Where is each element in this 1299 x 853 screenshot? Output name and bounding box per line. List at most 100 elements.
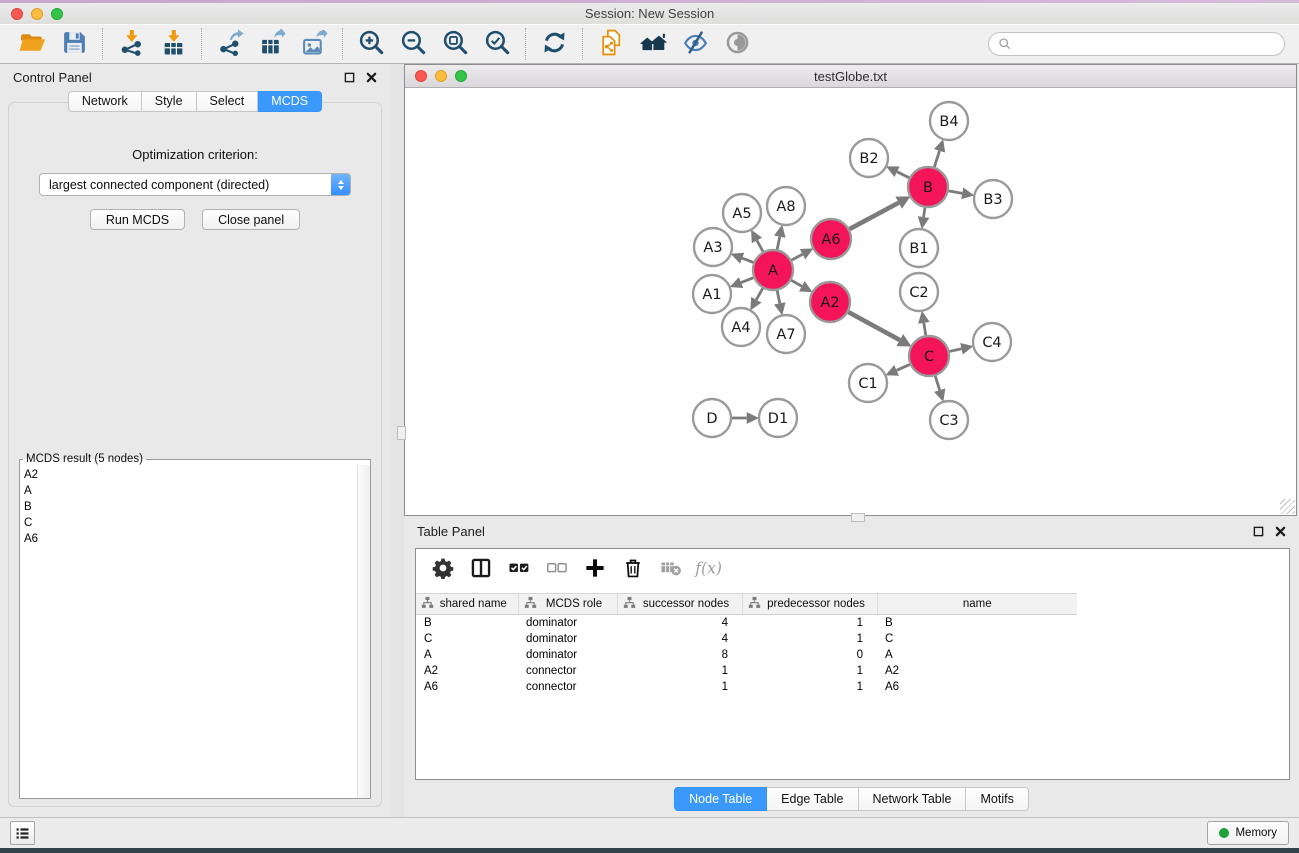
network-canvas[interactable]: B4B2BB3A8A5A6A3B1AC2A1A2A4A7C4CC1DD1C3 (405, 88, 1296, 515)
tab-node-table[interactable]: Node Table (674, 787, 767, 811)
maximize-window-button[interactable] (51, 8, 63, 20)
delete-column-button[interactable] (615, 553, 650, 585)
node-A2[interactable]: A2 (810, 282, 850, 322)
network-graph[interactable]: B4B2BB3A8A5A6A3B1AC2A1A2A4A7C4CC1DD1C3 (405, 88, 1296, 515)
function-builder-button[interactable]: f(x) (691, 553, 726, 585)
node-A4[interactable]: A4 (722, 308, 760, 346)
tab-network[interactable]: Network (68, 91, 142, 112)
horizontal-splitter-handle[interactable] (851, 513, 865, 522)
result-list-item[interactable]: B (20, 499, 357, 515)
panel-splitter[interactable] (390, 64, 404, 817)
node-C[interactable]: C (909, 336, 949, 376)
zoom-fit-button[interactable] (434, 28, 476, 60)
memory-button[interactable]: Memory (1207, 821, 1289, 845)
node-C2[interactable]: C2 (900, 273, 938, 311)
table-cell[interactable]: dominator (518, 615, 617, 631)
node-A7[interactable]: A7 (767, 315, 805, 353)
table-row[interactable]: Cdominator41C (416, 631, 1289, 647)
refresh-layout-button[interactable] (533, 28, 575, 60)
search-box[interactable] (988, 32, 1285, 56)
float-table-panel-icon[interactable] (1253, 526, 1264, 537)
close-window-button[interactable] (11, 8, 23, 20)
table-row[interactable]: Adominator80A (416, 647, 1289, 663)
window-resize-grip[interactable] (1280, 499, 1295, 514)
table-row[interactable]: Bdominator41B (416, 615, 1289, 631)
node-A8[interactable]: A8 (767, 187, 805, 225)
column-header-MCDS-role[interactable]: MCDS role (518, 594, 617, 615)
tab-select[interactable]: Select (197, 91, 259, 112)
node-C1[interactable]: C1 (849, 364, 887, 402)
delete-table-button[interactable] (653, 553, 688, 585)
table-cell[interactable]: B (877, 615, 1077, 631)
result-list-item[interactable]: A6 (20, 531, 357, 547)
node-B[interactable]: B (908, 167, 948, 207)
close-panel-button[interactable]: Close panel (202, 209, 300, 230)
import-network-button[interactable] (110, 28, 152, 60)
table-cell[interactable]: A2 (877, 663, 1077, 679)
result-list-scrollbar[interactable] (357, 465, 370, 798)
mcds-result-list[interactable]: A2ABCA6 (20, 465, 357, 798)
close-panel-icon[interactable] (366, 72, 377, 83)
close-table-panel-icon[interactable] (1275, 526, 1286, 537)
task-history-button[interactable] (10, 821, 35, 845)
zoom-in-button[interactable] (350, 28, 392, 60)
network-minimize-button[interactable] (435, 70, 447, 82)
zoom-out-button[interactable] (392, 28, 434, 60)
tab-style[interactable]: Style (142, 91, 197, 112)
table-cell[interactable]: 0 (742, 647, 877, 663)
tab-edge-table[interactable]: Edge Table (767, 787, 858, 811)
table-cell[interactable]: 1 (742, 679, 877, 695)
table-cell[interactable]: B (416, 615, 518, 631)
table-cell[interactable]: 1 (617, 663, 742, 679)
network-maximize-button[interactable] (455, 70, 467, 82)
settings-button[interactable] (425, 553, 460, 585)
node-C4[interactable]: C4 (973, 323, 1011, 361)
minimize-window-button[interactable] (31, 8, 43, 20)
home-button[interactable] (632, 28, 674, 60)
save-session-button[interactable] (53, 28, 95, 60)
node-D1[interactable]: D1 (759, 399, 797, 437)
table-cell[interactable]: connector (518, 663, 617, 679)
node-B2[interactable]: B2 (850, 139, 888, 177)
table-row[interactable]: A6connector11A6 (416, 679, 1289, 695)
table-row[interactable]: A2connector11A2 (416, 663, 1289, 679)
select-all-columns-button[interactable] (501, 553, 536, 585)
result-list-item[interactable]: A (20, 483, 357, 499)
node-A5[interactable]: A5 (723, 194, 761, 232)
table-cell[interactable]: 1 (742, 615, 877, 631)
node-D[interactable]: D (693, 399, 731, 437)
zoom-selected-button[interactable] (476, 28, 518, 60)
table-cell[interactable]: A (416, 647, 518, 663)
hide-details-button[interactable] (674, 28, 716, 60)
column-header-predecessor-nodes[interactable]: predecessor nodes (742, 594, 877, 615)
node-B4[interactable]: B4 (930, 102, 968, 140)
tab-mcds[interactable]: MCDS (258, 91, 322, 112)
node-C3[interactable]: C3 (930, 401, 968, 439)
table-cell[interactable]: A6 (416, 679, 518, 695)
add-column-button[interactable] (577, 553, 612, 585)
criterion-dropdown[interactable]: largest connected component (directed) (39, 173, 351, 196)
node-table[interactable]: shared nameMCDS rolesuccessor nodesprede… (416, 593, 1289, 695)
float-panel-icon[interactable] (344, 72, 355, 83)
node-A6[interactable]: A6 (811, 219, 851, 259)
tab-motifs[interactable]: Motifs (966, 787, 1028, 811)
export-table-button[interactable] (251, 28, 293, 60)
column-header-successor-nodes[interactable]: successor nodes (617, 594, 742, 615)
show-details-button[interactable] (716, 28, 758, 60)
export-image-button[interactable] (293, 28, 335, 60)
splitter-handle[interactable] (397, 426, 406, 440)
table-cell[interactable]: A2 (416, 663, 518, 679)
result-list-item[interactable]: A2 (20, 467, 357, 483)
import-table-button[interactable] (152, 28, 194, 60)
node-B3[interactable]: B3 (974, 180, 1012, 218)
table-cell[interactable]: 4 (617, 615, 742, 631)
node-B1[interactable]: B1 (900, 229, 938, 267)
table-cell[interactable]: 8 (617, 647, 742, 663)
node-A3[interactable]: A3 (694, 228, 732, 266)
open-session-button[interactable] (11, 28, 53, 60)
table-cell[interactable]: A (877, 647, 1077, 663)
clone-network-button[interactable] (590, 28, 632, 60)
table-cell[interactable]: dominator (518, 647, 617, 663)
table-cell[interactable]: dominator (518, 631, 617, 647)
node-A[interactable]: A (753, 250, 793, 290)
